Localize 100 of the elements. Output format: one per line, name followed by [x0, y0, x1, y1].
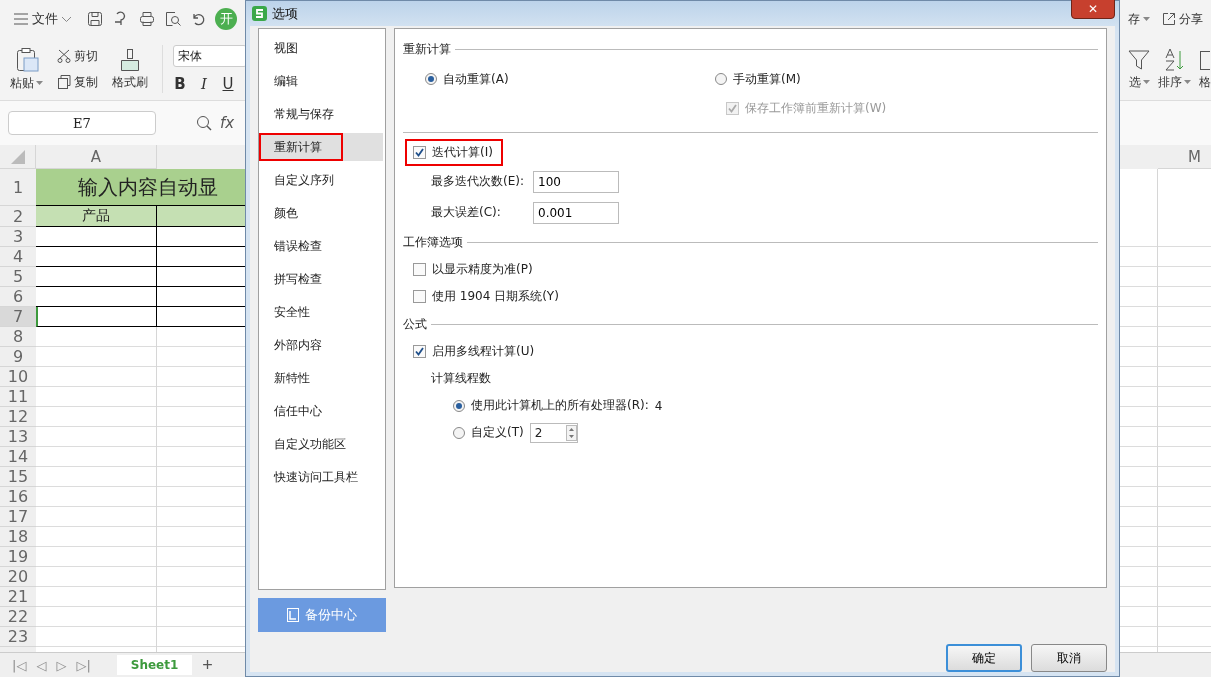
checkbox-label: 启用多线程计算(U) [432, 343, 535, 360]
add-sheet-button[interactable]: + [202, 654, 213, 676]
checkbox-label: 以显示精度为准(P) [432, 261, 533, 278]
section-heading: 工作簿选项 [403, 233, 463, 251]
app-logo-icon [252, 6, 267, 21]
row-header: 7 [0, 307, 36, 327]
checkbox-label: 迭代计算(I) [432, 144, 493, 161]
copy-button[interactable]: 复制 [57, 72, 98, 92]
format-button[interactable]: 格 [1199, 47, 1211, 91]
checkbox[interactable] [413, 345, 426, 358]
document-icon [287, 608, 299, 622]
checkbox-label: 保存工作簿前重新计算(W) [745, 100, 887, 117]
group-label: 计算线程数 [431, 370, 491, 387]
row-header: 11 [0, 387, 36, 407]
category-item[interactable]: 快速访问工具栏 [259, 463, 366, 491]
checkbox[interactable] [413, 263, 426, 276]
category-item[interactable]: 视图 [259, 34, 306, 62]
row-header: 8 [0, 327, 36, 347]
row-header: 16 [0, 487, 36, 507]
italic-button[interactable]: I [197, 75, 211, 93]
row-header: 17 [0, 507, 36, 527]
radio-label: 自定义(T) [471, 424, 524, 441]
row-header: 23 [0, 627, 36, 647]
paste-button[interactable]: 粘贴 [10, 46, 43, 92]
function-button[interactable]: fx [220, 114, 235, 132]
checkbox[interactable] [413, 290, 426, 303]
category-item[interactable]: 常规与保存 [259, 100, 342, 128]
close-button[interactable]: ✕ [1071, 0, 1115, 19]
zoom-icon[interactable] [196, 115, 212, 131]
undo-icon[interactable] [191, 12, 205, 26]
row-header: 4 [0, 247, 36, 267]
radio-label: 手动重算(M) [733, 70, 801, 88]
filter-icon [1128, 47, 1150, 72]
caret-icon [1143, 17, 1150, 21]
column-header[interactable]: A [36, 145, 157, 169]
row-header: 13 [0, 427, 36, 447]
copy-icon [57, 75, 71, 89]
caret-icon [1142, 80, 1150, 84]
sort-button[interactable]: 排序 [1158, 47, 1191, 91]
row-header: 9 [0, 347, 36, 367]
radio-button[interactable] [425, 73, 437, 85]
input-field[interactable]: 0.001 [533, 201, 619, 224]
input-field[interactable]: 100 [533, 170, 619, 193]
corner-triangle-icon [10, 149, 25, 164]
row-header: 6 [0, 287, 36, 307]
category-item[interactable]: 编辑 [259, 67, 306, 95]
row-header: 10 [0, 367, 36, 387]
checkbox-label: 使用 1904 日期系统(Y) [432, 288, 559, 305]
category-item[interactable]: 信任中心 [259, 397, 330, 425]
sort-icon [1163, 47, 1186, 72]
font-name-field[interactable]: 宋体 [173, 45, 247, 67]
radio-button[interactable] [453, 399, 465, 412]
row-header: 5 [0, 267, 36, 287]
row-header: 19 [0, 547, 36, 567]
processor-count: 4 [654, 398, 663, 413]
row-header: 18 [0, 527, 36, 547]
brush-icon [119, 47, 141, 72]
row-header: 3 [0, 227, 36, 247]
section-heading: 公式 [403, 315, 427, 333]
name-box[interactable]: E7 [8, 111, 156, 135]
sheet-tab[interactable]: Sheet1 [116, 655, 193, 675]
radio-label: 使用此计算机上的所有处理器(R): [471, 397, 649, 414]
window-title: 选项 [272, 4, 298, 23]
format-painter-button[interactable]: 格式刷 [112, 47, 148, 91]
caret-icon [1184, 80, 1191, 84]
field-label: 最多迭代次数(E): [431, 173, 525, 190]
chevron-icon [62, 16, 71, 22]
print-preview-icon[interactable] [165, 11, 181, 27]
row-header: 12 [0, 407, 36, 427]
clipboard-icon [14, 46, 39, 73]
category-item[interactable]: 拼写检查 [259, 265, 330, 293]
save-menu[interactable]: 存 [1128, 10, 1150, 28]
row-header: 22 [0, 607, 36, 627]
spin-field[interactable]: 2 [529, 422, 578, 443]
filter-button[interactable]: 选 [1128, 47, 1150, 91]
category-item[interactable]: 新特性 [259, 364, 318, 392]
category-item[interactable]: 外部内容 [259, 331, 330, 359]
menu-icon [14, 13, 28, 25]
category-item[interactable]: 错误检查 [259, 232, 330, 260]
category-item[interactable]: 安全性 [259, 298, 318, 326]
section-heading: 重新计算 [403, 40, 451, 58]
spin-arrows-icon[interactable] [565, 424, 577, 441]
caret-icon [36, 81, 43, 85]
dialog-button[interactable]: 取消 [1031, 644, 1107, 672]
checkbox[interactable] [413, 146, 426, 159]
underline-button[interactable]: U [221, 75, 235, 93]
share-button[interactable]: 分享 [1162, 10, 1203, 28]
radio-label: 自动重算(A) [443, 70, 509, 88]
save-icon[interactable] [87, 11, 103, 27]
radio-button[interactable] [715, 73, 727, 85]
share-icon [1162, 12, 1176, 26]
radio-button[interactable] [453, 426, 465, 439]
file-menu[interactable]: 文件 [8, 9, 77, 29]
bold-button[interactable]: B [173, 75, 187, 93]
dialog-button[interactable]: 确定 [946, 644, 1022, 672]
cut-button[interactable]: 剪切 [57, 46, 98, 66]
table-cell: 产品 [36, 206, 157, 227]
row-header: 14 [0, 447, 36, 467]
category-item[interactable]: 自定义功能区 [259, 430, 354, 458]
print-icon[interactable] [139, 11, 155, 27]
